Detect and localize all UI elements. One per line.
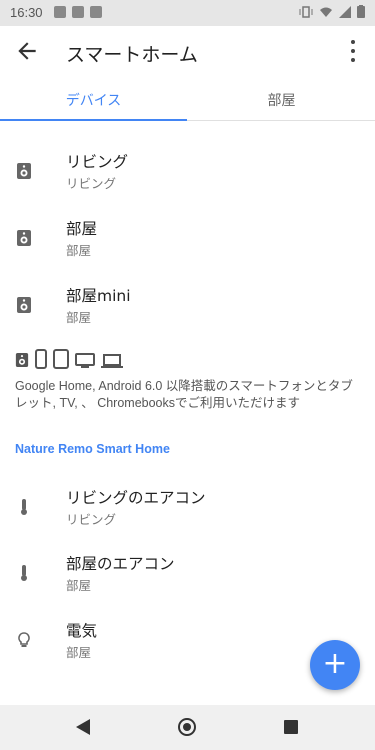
list-item-device[interactable]: 部屋 部屋 (0, 217, 375, 273)
vibrate-icon (299, 5, 313, 18)
lightbulb-icon (18, 632, 30, 647)
add-device-button[interactable]: + (310, 640, 360, 690)
tab-devices[interactable]: デバイス (0, 90, 187, 110)
nav-back-icon[interactable] (76, 719, 90, 735)
list-item-device[interactable]: リビングのエアコン リビング (0, 486, 375, 542)
device-name: 電気 (66, 622, 98, 640)
device-room: 部屋 (66, 243, 92, 258)
speaker-icon (17, 297, 31, 313)
supported-devices-note: Google Home, Android 6.0 以降搭載のスマートフォンとタブ… (15, 379, 353, 410)
tv-icon (75, 353, 95, 368)
image-notification-icon (54, 6, 66, 18)
play-notification-icon (90, 6, 102, 18)
device-name: リビングのエアコン (66, 489, 206, 507)
device-room: リビング (66, 176, 117, 191)
page-title: スマートホーム (66, 44, 198, 66)
system-navigation-bar (0, 705, 375, 750)
speaker-icon (17, 230, 31, 246)
plus-icon: + (322, 646, 348, 681)
nav-recents-icon[interactable] (284, 720, 298, 734)
device-room: 部屋 (66, 645, 92, 660)
list-item-device[interactable]: 部屋mini 部屋 (0, 284, 375, 340)
laptop-icon (101, 354, 123, 368)
tablet-icon (53, 349, 69, 369)
system-icons (299, 5, 365, 18)
active-tab-indicator (0, 119, 187, 121)
wifi-icon (320, 7, 332, 17)
device-name: 部屋 (66, 220, 98, 238)
thermometer-icon (21, 565, 27, 581)
speaker-icon (17, 163, 31, 179)
speaker-icon (15, 353, 29, 367)
device-room: 部屋 (66, 578, 92, 593)
tab-bar: デバイス 部屋 (0, 76, 375, 121)
signal-icon (339, 5, 351, 18)
section-title: Nature Remo Smart Home (15, 442, 170, 456)
device-room: リビング (66, 512, 117, 527)
more-options-icon[interactable] (343, 40, 363, 62)
mail-notification-icon (72, 6, 84, 18)
status-bar: 16:30 (0, 0, 375, 26)
list-item-device[interactable]: リビング リビング (0, 150, 375, 206)
nav-home-icon[interactable] (178, 718, 196, 736)
back-arrow-icon[interactable] (14, 38, 40, 64)
device-name: 部屋mini (66, 287, 131, 305)
battery-icon (357, 5, 365, 18)
status-time: 16:30 (10, 5, 43, 20)
app-bar: スマートホーム (0, 26, 375, 76)
notification-icons (54, 6, 102, 18)
supported-devices-icons (15, 349, 123, 369)
device-name: リビング (66, 153, 129, 171)
thermometer-icon (21, 499, 27, 515)
tab-rooms[interactable]: 部屋 (188, 90, 375, 110)
list-item-device[interactable]: 部屋のエアコン 部屋 (0, 552, 375, 608)
phone-icon (35, 349, 47, 369)
device-name: 部屋のエアコン (66, 555, 175, 573)
device-room: 部屋 (66, 310, 92, 325)
